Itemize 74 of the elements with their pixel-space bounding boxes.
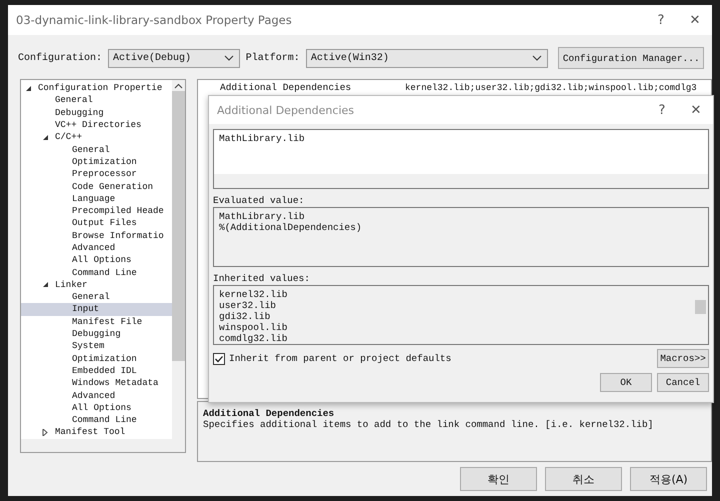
- help-button[interactable]: ?: [644, 7, 678, 33]
- expanded-triangle-icon[interactable]: [42, 134, 49, 141]
- tree-item[interactable]: Windows Metadata: [21, 377, 172, 390]
- tree-item[interactable]: VC++ Directories: [21, 118, 172, 132]
- tree-item[interactable]: All Options: [21, 254, 172, 266]
- tree-item[interactable]: Preprocessor: [21, 168, 172, 180]
- platform-label: Platform:: [246, 52, 300, 64]
- tree-item[interactable]: Output Files: [21, 217, 172, 230]
- scroll-up-icon[interactable]: [174, 83, 183, 89]
- window-title: 03-dynamic-link-library-sandbox Property Pages: [16, 13, 293, 27]
- tree-item[interactable]: Debugging: [21, 328, 172, 340]
- chevron-down-icon: [532, 55, 542, 61]
- scrollbar-thumb[interactable]: [172, 91, 185, 361]
- inherit-label: Inherit from parent or project defaults: [229, 353, 452, 364]
- expanded-triangle-icon[interactable]: [25, 84, 32, 92]
- help-button[interactable]: ?: [645, 97, 679, 123]
- tree-item[interactable]: Manifest File: [21, 316, 172, 328]
- tree-item[interactable]: Input: [21, 303, 172, 316]
- text-line: comdlg32.lib: [219, 333, 288, 344]
- scrollbar-thumb[interactable]: [695, 300, 706, 314]
- tree-item[interactable]: Advanced: [21, 242, 172, 254]
- tree-item[interactable]: Command Line: [21, 414, 172, 426]
- tree-item[interactable]: Manifest Tool: [21, 426, 172, 439]
- tree-item[interactable]: Language: [21, 192, 172, 205]
- property-value[interactable]: kernel32.lib;user32.lib;gdi32.lib;winspool.lib;comdlg3: [405, 82, 697, 92]
- collapsed-triangle-icon[interactable]: [42, 428, 49, 436]
- tree-item[interactable]: General: [21, 143, 172, 156]
- ok-button[interactable]: OK: [600, 373, 652, 392]
- dialog-button[interactable]: 확인: [460, 467, 537, 491]
- inherited-label: Inherited values:: [213, 272, 311, 285]
- vertical-scrollbar[interactable]: [172, 80, 185, 439]
- text-line: %(AdditionalDependencies): [219, 222, 363, 233]
- tree-item[interactable]: General: [21, 94, 172, 107]
- tree-item[interactable]: Configuration Propertie: [21, 82, 172, 94]
- inherit-checkbox[interactable]: [213, 352, 225, 364]
- dialog-button[interactable]: 적용(A): [630, 467, 707, 491]
- evaluated-label: Evaluated value:: [213, 194, 306, 207]
- tree-item[interactable]: Optimization: [21, 352, 172, 365]
- tree-item[interactable]: Embedded IDL: [21, 364, 172, 378]
- dependencies-input-field[interactable]: MathLibrary.lib: [213, 129, 709, 189]
- text-line: MathLibrary.lib: [219, 211, 306, 222]
- configuration-dropdown[interactable]: Active(Debug): [108, 48, 240, 68]
- text-line: gdi32.lib: [219, 311, 272, 322]
- tree-item[interactable]: Linker: [21, 278, 172, 292]
- tree-item[interactable]: All Options: [21, 402, 172, 414]
- tree-item[interactable]: C/C++: [21, 131, 172, 144]
- configuration-manager-button[interactable]: Configuration Manager...: [558, 47, 704, 69]
- macros-button[interactable]: Macros>>: [657, 349, 709, 368]
- close-button[interactable]: ✕: [679, 97, 713, 123]
- configuration-label: Configuration:: [18, 52, 102, 64]
- tree-item[interactable]: General: [21, 291, 172, 304]
- tree-item[interactable]: Precompiled Heade: [21, 204, 172, 218]
- cancel-button[interactable]: Cancel: [657, 373, 709, 392]
- tree-item[interactable]: Advanced: [21, 389, 172, 402]
- expanded-triangle-icon[interactable]: [42, 281, 49, 288]
- platform-dropdown[interactable]: Active(Win32): [306, 48, 548, 68]
- text-line: MathLibrary.lib: [219, 133, 306, 144]
- horizontal-scrollbar[interactable]: [21, 439, 185, 452]
- tree-item[interactable]: Debugging: [21, 106, 172, 119]
- tree-item[interactable]: Code Generation: [21, 180, 172, 193]
- dialog-button[interactable]: 취소: [545, 467, 622, 491]
- tree-item[interactable]: Command Line: [21, 266, 172, 279]
- close-button[interactable]: ✕: [678, 7, 712, 33]
- text-line: kernel32.lib: [219, 289, 288, 300]
- property-name[interactable]: Additional Dependencies: [198, 82, 405, 93]
- text-line: user32.lib: [219, 300, 278, 311]
- dialog-title: Additional Dependencies: [217, 104, 356, 116]
- chevron-down-icon: [224, 55, 234, 61]
- tree-item[interactable]: Optimization: [21, 156, 172, 168]
- description-title: Additional Dependencies: [203, 408, 336, 420]
- tree-item[interactable]: System: [21, 340, 172, 353]
- tree-item[interactable]: Browse Informatio: [21, 230, 172, 242]
- text-line: winspool.lib: [219, 322, 288, 333]
- description-text: Specifies additional items to add to the link command line. [i.e. kernel32.lib]: [203, 419, 654, 430]
